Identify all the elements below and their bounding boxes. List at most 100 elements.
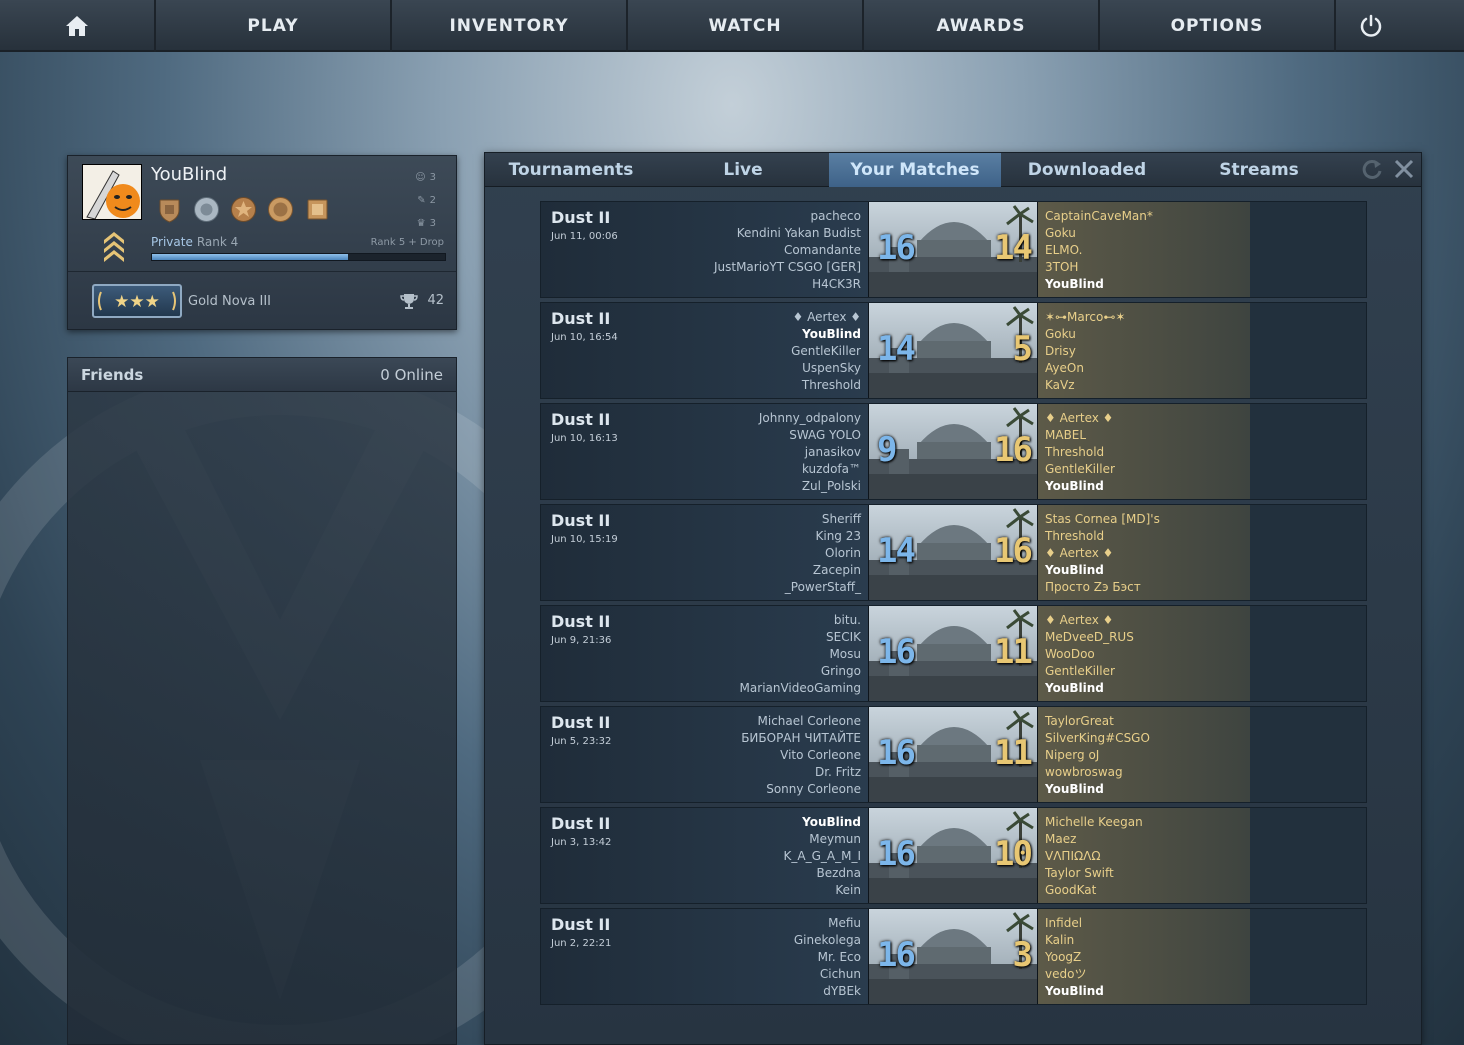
power-icon [1360,14,1382,37]
ct-player: dYBEk [823,984,861,998]
match-date: Jun 5, 23:32 [551,736,612,747]
medal-coin-icon[interactable] [267,196,294,223]
tab-live[interactable]: Live [657,153,829,187]
t-player: YouBlind [1045,984,1104,998]
ct-player: Dr. Fritz [814,765,861,779]
match-thumbnail[interactable]: 16 3 [868,909,1038,1004]
match-actions-area [1250,808,1366,903]
tab-your-matches[interactable]: Your Matches [829,153,1001,187]
t-team-panel: TaylorGreat SilverKing#CSGO Niperg oJ wowbr… [1038,707,1250,802]
ct-player: Threshold [801,378,861,392]
match-row[interactable]: Dust II Jun 11, 00:06 pacheco Kendini Yak… [540,201,1367,298]
match-thumbnail[interactable]: 14 5 [868,303,1038,398]
t-team-list: ♦ Aertex ♦ MeDveeD_RUS WooDoo GentleKiller Y… [1045,612,1134,697]
t-player: Maez [1045,832,1077,846]
match-thumbnail[interactable]: 14 16 [868,505,1038,600]
skill-group-name: Gold Nova III [188,294,271,309]
nav-options[interactable]: OPTIONS [1100,0,1336,52]
t-player: VΛΠIΩΛΩ [1045,849,1101,863]
t-score: 10 [994,834,1033,874]
match-info: Dust II Jun 3, 13:42 YouBlind Meymun K_A_G… [541,808,868,903]
ct-player: UspenSky [802,361,861,375]
t-team-panel: Michelle Keegan Maez VΛΠIΩΛΩ Taylor Swift Go… [1038,808,1250,903]
match-thumbnail[interactable]: 16 11 [868,707,1038,802]
medal-shield-icon[interactable] [156,196,183,223]
match-row[interactable]: Dust II Jun 9, 21:36 bitu. SECIK Mosu Gring… [540,605,1367,702]
match-thumbnail[interactable]: 9 16 [868,404,1038,499]
ct-player: Michael Corleone [757,714,861,728]
t-player: Michelle Keegan [1045,815,1143,829]
match-row[interactable]: Dust II Jun 5, 23:32 Michael Corleone БИБ… [540,706,1367,803]
medal-map-icon[interactable] [304,196,331,223]
friends-title: Friends [81,365,144,384]
ct-player: Kein [835,883,861,897]
match-row[interactable]: Dust II Jun 2, 22:21 Mefiu Ginekolega Mr. … [540,908,1367,1005]
ct-score: 14 [877,329,916,369]
t-score: 16 [994,430,1033,470]
nav-awards[interactable]: AWARDS [864,0,1100,52]
crown-icon: ♛ [416,218,426,229]
ct-player: Ginekolega [793,933,861,947]
xp-progress-bar [151,253,446,261]
nav-inventory[interactable]: INVENTORY [392,0,628,52]
t-team-list: Infidel Kalin YoogZ vedoツ YouBlind [1045,915,1104,1000]
match-row[interactable]: Dust II Jun 10, 16:13 Johnny_odpalony SWA… [540,403,1367,500]
rank-chevron-icon [104,232,124,262]
match-thumbnail[interactable]: 16 14 [868,202,1038,297]
match-date: Jun 3, 13:42 [551,837,612,848]
avatar-image-icon [83,165,141,219]
medal-silver-icon[interactable] [193,196,220,223]
ct-team-list: Michael Corleone БИБОРАН ЧИТАЙТЕ Vito Corl… [741,713,861,798]
t-player: vedoツ [1045,967,1087,981]
match-map: Dust II [551,915,611,934]
t-player: KaVz [1045,378,1075,392]
t-player: GoodKat [1045,883,1097,897]
home-button[interactable] [0,0,156,52]
ct-team-list: pacheco Kendini Yakan Budist Comandante Jus… [714,208,861,293]
t-player: Stas Cornea [MD]'s [1045,512,1160,526]
match-actions-area [1250,505,1366,600]
teach-icon: ✎ [417,195,426,206]
power-button[interactable] [1336,0,1406,52]
t-player: Threshold [1045,529,1105,543]
t-player: SilverKing#CSGO [1045,731,1150,745]
tab-tournaments[interactable]: Tournaments [485,153,657,187]
ct-score: 14 [877,531,916,571]
ct-player: Kendini Yakan Budist [736,226,861,240]
match-map: Dust II [551,208,611,227]
refresh-icon[interactable] [1361,158,1383,180]
close-icon[interactable] [1393,158,1415,180]
wins-count: 42 [427,293,444,308]
match-thumbnail[interactable]: 16 10 [868,808,1038,903]
nav-play[interactable]: PLAY [156,0,392,52]
ct-player: janasikov [804,445,861,459]
t-player: MABEL [1045,428,1087,442]
ct-score: 16 [877,935,916,975]
t-player: YoogZ [1045,950,1082,964]
ct-team-list: Johnny_odpalony SWAG YOLO janasikov kuzdofa… [759,410,861,495]
nav-watch[interactable]: WATCH [628,0,864,52]
match-row[interactable]: Dust II Jun 3, 13:42 YouBlind Meymun K_A_G… [540,807,1367,904]
match-date: Jun 9, 21:36 [551,635,612,646]
tab-streams[interactable]: Streams [1173,153,1345,187]
match-actions-area [1250,909,1366,1004]
match-thumbnail[interactable]: 16 11 [868,606,1038,701]
rank-label: Private Rank 4 [151,235,238,249]
t-team-panel: CaptainCaveMan* Goku ELMO. 3TOH YouBlind [1038,202,1250,297]
ct-player: Zacepin [812,563,861,577]
ct-player: SECIK [826,630,861,644]
ct-team-list: Sheriff King 23 Olorin Zacepin _PowerStaff_ [785,511,861,596]
ct-score: 9 [877,430,898,470]
friends-header[interactable]: Friends 0 Online [68,358,456,392]
match-date: Jun 2, 22:21 [551,938,612,949]
match-row[interactable]: Dust II Jun 10, 15:19 Sheriff King 23 Olor… [540,504,1367,601]
ct-team-list: ♦ Aertex ♦ YouBlind GentleKiller UspenSky Th… [791,309,861,394]
avatar[interactable] [82,164,142,220]
match-row[interactable]: Dust II Jun 10, 16:54 ♦ Aertex ♦ YouBlind… [540,302,1367,399]
ct-player: K_A_G_A_M_I [783,849,861,863]
medal-bronze-star-icon[interactable] [230,196,257,223]
gold-nova-stars-icon: ★★★ [98,291,176,312]
match-info: Dust II Jun 11, 00:06 pacheco Kendini Yak… [541,202,868,297]
skill-group-badge[interactable]: ★★★ [92,284,182,318]
tab-downloaded[interactable]: Downloaded [1001,153,1173,187]
